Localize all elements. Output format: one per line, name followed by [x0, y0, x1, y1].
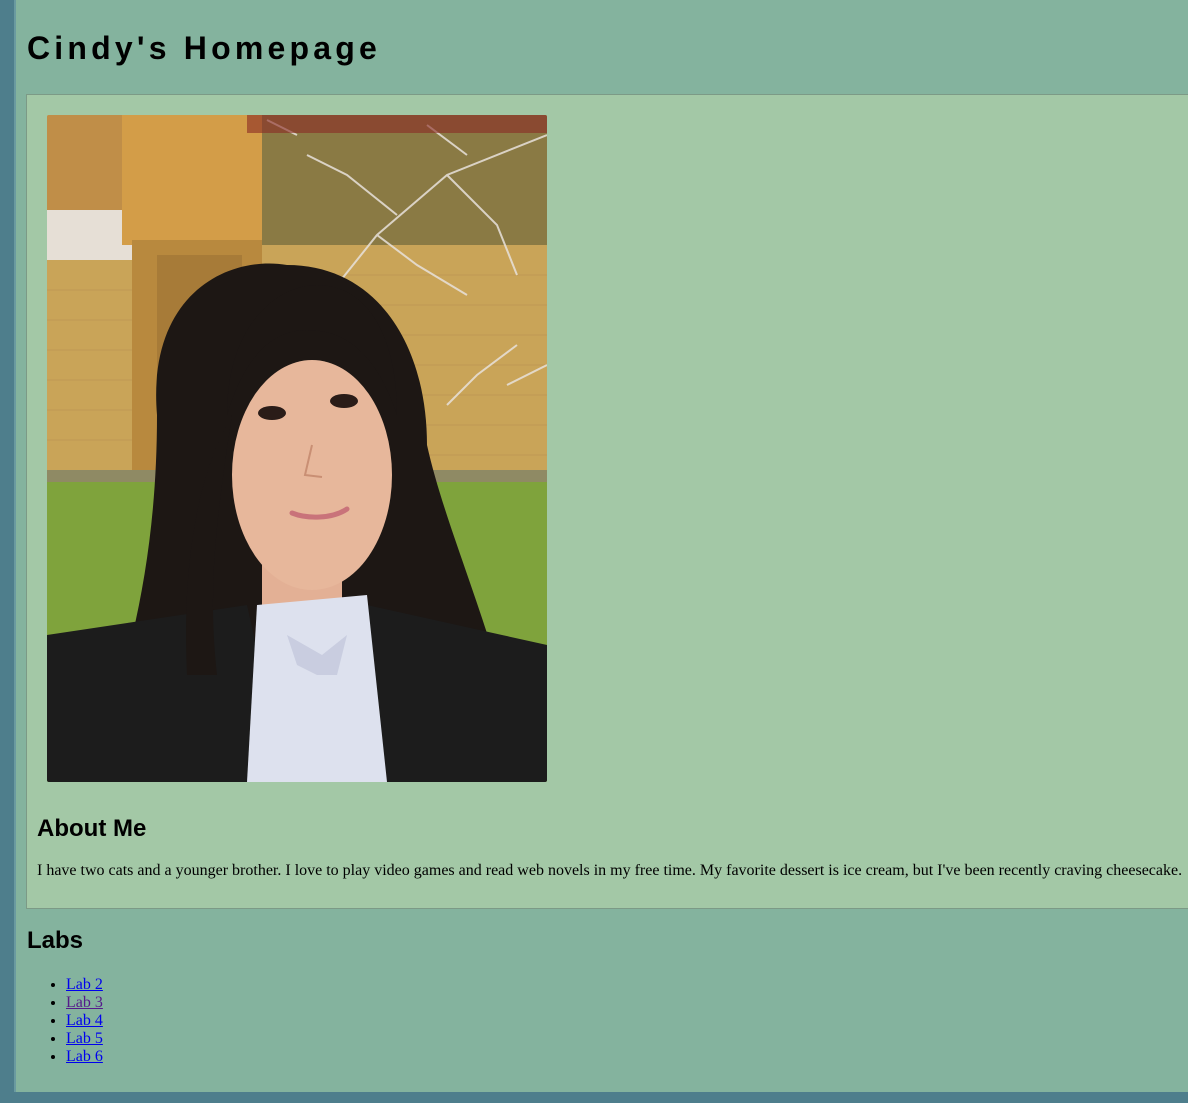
about-text: I have two cats and a younger brother. I… [37, 862, 1183, 879]
list-item: Lab 4 [66, 1012, 103, 1030]
page-title: Cindy's Homepage [27, 30, 381, 66]
lab-4-link[interactable]: Lab 4 [66, 1012, 103, 1029]
profile-photo [47, 115, 547, 782]
lab-5-link[interactable]: Lab 5 [66, 1030, 103, 1047]
page-container: Cindy's Homepage About Me I have two cat… [14, 0, 1188, 1092]
list-item: Lab 2 [66, 976, 103, 994]
list-item: Lab 5 [66, 1030, 103, 1048]
about-card: About Me I have two cats and a younger b… [26, 94, 1188, 909]
labs-list: Lab 2 Lab 3 Lab 4 Lab 5 Lab 6 [27, 976, 103, 1066]
list-item: Lab 3 [66, 994, 103, 1012]
labs-heading: Labs [27, 927, 84, 954]
lab-6-link[interactable]: Lab 6 [66, 1048, 103, 1065]
about-heading: About Me [37, 815, 147, 842]
lab-3-link[interactable]: Lab 3 [66, 994, 103, 1011]
list-item: Lab 6 [66, 1048, 103, 1066]
lab-2-link[interactable]: Lab 2 [66, 976, 103, 993]
